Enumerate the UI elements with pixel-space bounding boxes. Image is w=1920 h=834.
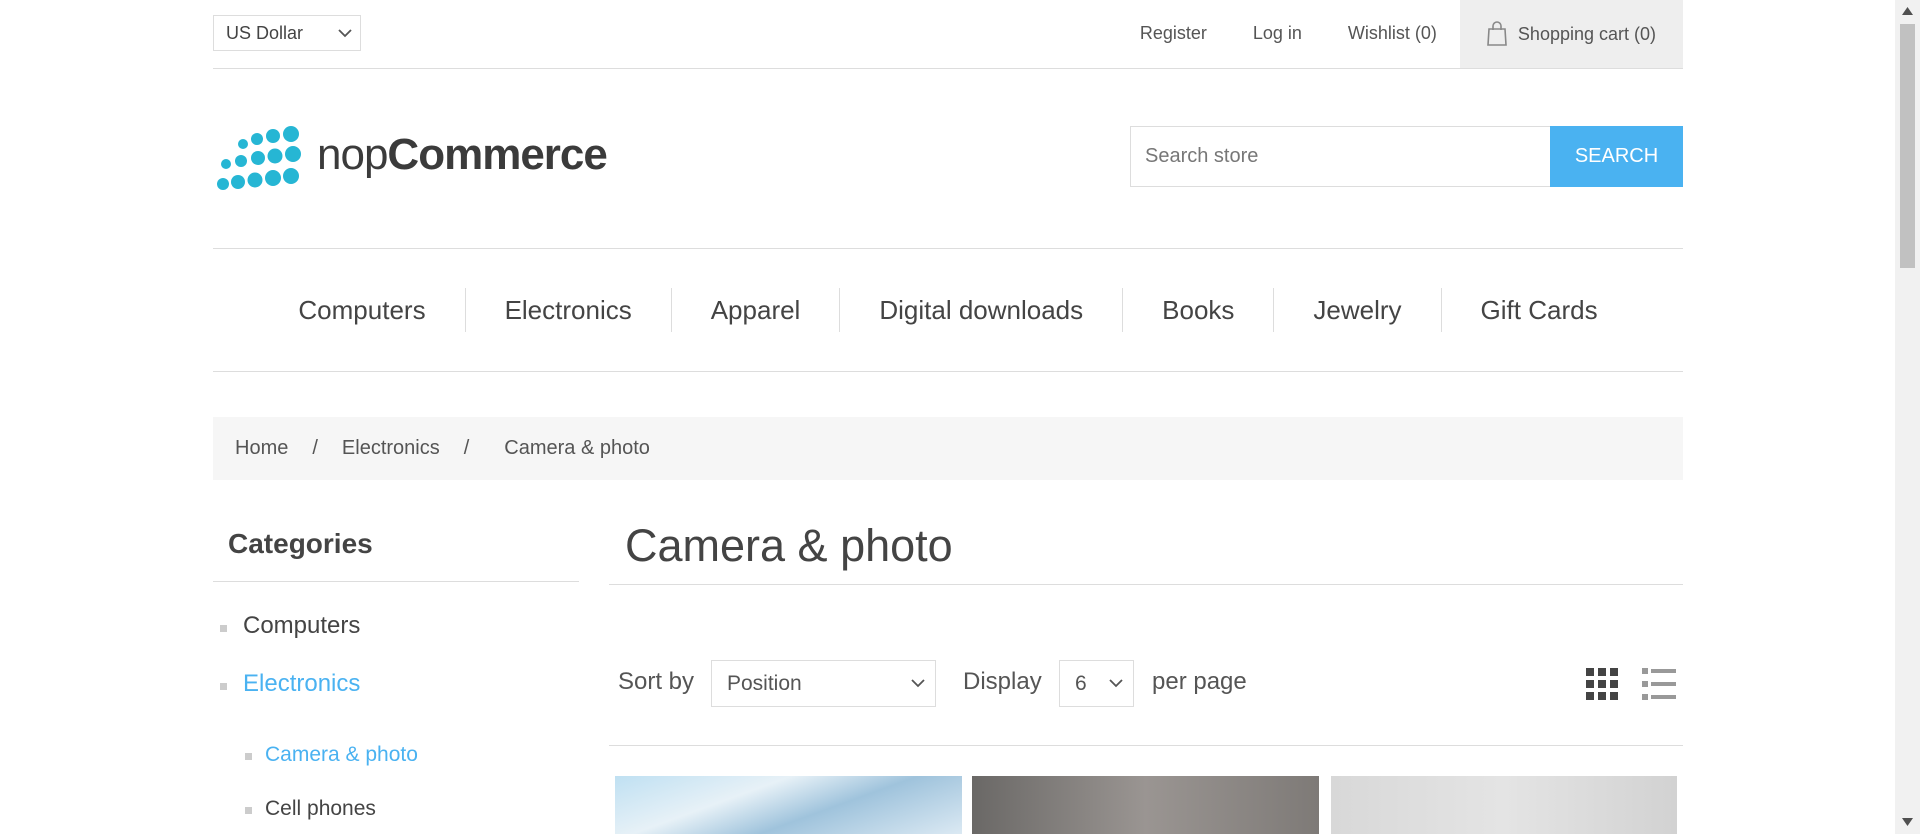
product-thumbnail[interactable] (1331, 776, 1677, 834)
logo-text-light: nop (317, 130, 388, 179)
page-scrollbar[interactable] (1895, 0, 1920, 834)
register-link[interactable]: Register (1117, 0, 1230, 68)
sidebar-subitem-label: Camera & photo (265, 743, 418, 766)
sort-by-value: Position (727, 672, 802, 695)
top-menu: Computers Electronics Apparel Digital do… (213, 248, 1683, 372)
sidebar-subitem-camera-photo[interactable]: Camera & photo (245, 743, 418, 767)
shopping-cart-link[interactable]: Shopping cart (0) (1459, 0, 1683, 68)
top-menu-gift-cards[interactable]: Gift Cards (1442, 295, 1637, 326)
shopping-bag-icon (1487, 21, 1507, 46)
categories-heading: Categories (228, 528, 373, 559)
page-size-value: 6 (1075, 672, 1087, 695)
shopping-cart-label: Shopping cart (0) (1517, 23, 1656, 44)
logo-text: nopCommerce (317, 130, 608, 180)
grid-view-icon[interactable] (1586, 668, 1618, 700)
list-view-icon[interactable] (1642, 667, 1676, 701)
scroll-up-arrow-icon[interactable] (1901, 6, 1914, 16)
chevron-down-icon (1109, 679, 1123, 688)
page-title: Camera & photo (609, 510, 1683, 585)
chevron-down-icon (911, 679, 925, 688)
bullet-icon (245, 753, 252, 760)
top-menu-jewelry[interactable]: Jewelry (1274, 295, 1440, 326)
product-thumbnail[interactable] (972, 776, 1319, 834)
scroll-down-arrow-icon[interactable] (1901, 817, 1914, 827)
top-menu-computers[interactable]: Computers (259, 295, 464, 326)
product-thumbnail[interactable] (615, 776, 962, 834)
logo-text-bold: Commerce (387, 130, 607, 179)
breadcrumb-current: Camera & photo (504, 437, 650, 459)
sidebar-item-label: Electronics (243, 670, 361, 697)
currency-selected: US Dollar (226, 23, 304, 43)
header-links: Register Log in Wishlist (0) Shopping ca… (1117, 0, 1683, 68)
scroll-thumb[interactable] (1900, 24, 1915, 268)
bullet-icon (245, 807, 252, 814)
search-placeholder: Search store (1145, 145, 1259, 167)
search-button[interactable]: SEARCH (1550, 126, 1683, 187)
page-size-select[interactable]: 6 (1059, 660, 1134, 707)
bullet-icon (220, 625, 227, 632)
display-label: Display (963, 668, 1042, 695)
chevron-down-icon (338, 29, 352, 38)
product-options-bar: Sort by Position Display 6 per page (609, 640, 1683, 746)
page-title-text: Camera & photo (625, 520, 953, 571)
breadcrumb-electronics[interactable]: Electronics (342, 437, 440, 460)
login-link[interactable]: Log in (1230, 0, 1325, 68)
sidebar-item-label: Computers (243, 612, 361, 639)
logo-dots-icon (217, 126, 301, 190)
wishlist-link[interactable]: Wishlist (0) (1325, 0, 1460, 68)
sort-by-select[interactable]: Position (711, 660, 936, 707)
categories-title: Categories (213, 520, 579, 582)
sidebar-item-electronics[interactable]: Electronics (220, 670, 361, 698)
sort-by-label: Sort by (618, 668, 695, 695)
top-menu-electronics[interactable]: Electronics (466, 295, 671, 326)
search-input[interactable]: Search store (1130, 126, 1551, 187)
top-menu-digital-downloads[interactable]: Digital downloads (840, 295, 1122, 326)
bullet-icon (220, 683, 227, 690)
top-menu-apparel[interactable]: Apparel (672, 295, 840, 326)
breadcrumb-separator: / (312, 437, 318, 459)
currency-selector[interactable]: US Dollar (213, 15, 361, 51)
breadcrumb: Home / Electronics / Camera & photo (213, 417, 1683, 480)
top-menu-books[interactable]: Books (1123, 295, 1273, 326)
sidebar-subitem-cell-phones[interactable]: Cell phones (245, 797, 376, 821)
header-links-bar: US Dollar Register Log in Wishlist (0) S… (213, 0, 1683, 69)
store-logo[interactable]: nopCommerce (217, 126, 608, 192)
per-page-label: per page (1152, 668, 1247, 695)
sidebar-subitem-label: Cell phones (265, 797, 376, 820)
sidebar-item-computers[interactable]: Computers (220, 612, 361, 640)
page: US Dollar Register Log in Wishlist (0) S… (0, 0, 1920, 834)
breadcrumb-separator: / (463, 437, 470, 459)
breadcrumb-home[interactable]: Home (235, 437, 288, 460)
